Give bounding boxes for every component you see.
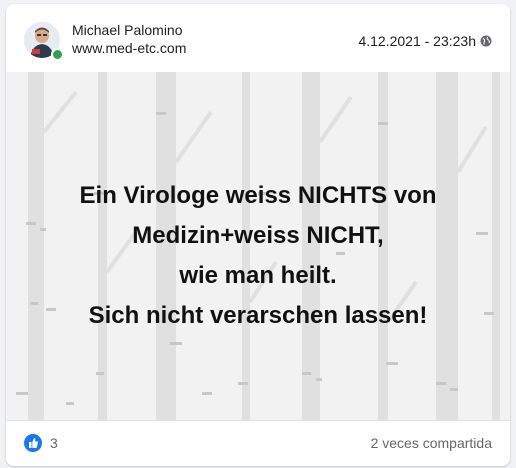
post-card: Michael Palomino www.med-etc.com 4.12.20… — [6, 4, 510, 466]
post-timestamp[interactable]: 4.12.2021 - 23:23h — [358, 33, 476, 49]
globe-icon — [480, 34, 492, 47]
online-status-dot — [51, 48, 64, 61]
share-count[interactable]: 2 veces compartida — [371, 435, 492, 451]
reaction-count[interactable]: 3 — [50, 435, 58, 451]
post-text-line: Sich nicht verarschen lassen! — [88, 302, 428, 329]
post-text: Ein Virologe weiss NICHTS von Medizin+we… — [6, 176, 510, 336]
author-subtitle: www.med-etc.com — [72, 40, 187, 56]
post-footer: 3 2 veces compartida — [6, 420, 510, 466]
post-image[interactable]: Ein Virologe weiss NICHTS von Medizin+we… — [6, 72, 510, 420]
post-text-line: wie man heilt. — [179, 262, 337, 289]
post-text-line: Medizin+weiss NICHT, — [132, 222, 384, 249]
post-text-line: Ein Virologe weiss NICHTS von — [79, 182, 437, 209]
thumbs-up-icon[interactable] — [24, 434, 42, 452]
post-header: Michael Palomino www.med-etc.com 4.12.20… — [6, 4, 510, 72]
author-name[interactable]: Michael Palomino — [72, 22, 183, 38]
